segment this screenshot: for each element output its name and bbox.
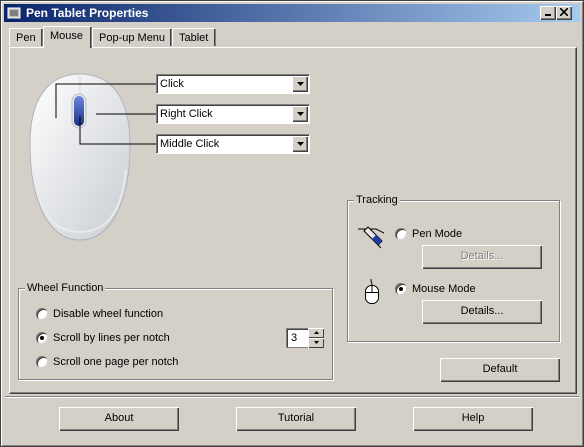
tab-popup-menu[interactable]: Pop-up Menu — [92, 28, 172, 46]
scroll-lines-radio-dot[interactable] — [36, 332, 48, 344]
lines-per-notch-input[interactable]: 3 — [286, 328, 308, 348]
pen-tablet-properties-window: Pen Tablet Properties Pen Mouse Pop-up M… — [0, 0, 584, 447]
right-button-function-value: Right Click — [160, 108, 213, 120]
spin-up-button[interactable] — [308, 328, 324, 338]
dropdown-arrow-button[interactable] — [292, 106, 308, 122]
scroll-page-label: Scroll one page per notch — [53, 356, 179, 368]
pen-mode-radio-dot[interactable] — [395, 228, 407, 240]
tracking-group: Tracking Pen Mode Details... Mouse Mode — [347, 193, 560, 342]
mouse-tab-panel: Click Right Click Middle Click Tracking — [9, 47, 577, 394]
dropdown-arrow-icon — [296, 82, 304, 86]
lines-per-notch-value: 3 — [291, 332, 298, 344]
wheel-function-group: Wheel Function Disable wheel function Sc… — [18, 281, 333, 380]
window-title: Pen Tablet Properties — [26, 6, 149, 20]
tab-mouse[interactable]: Mouse — [43, 26, 92, 48]
bottom-separator — [5, 396, 579, 398]
close-icon — [560, 8, 568, 16]
wheel-function-legend: Wheel Function — [25, 281, 106, 295]
middle-button-function-select[interactable]: Middle Click — [156, 134, 310, 154]
minimize-icon — [545, 14, 551, 16]
dropdown-arrow-icon — [296, 142, 304, 146]
help-button[interactable]: Help — [413, 407, 533, 431]
scroll-page-radio-dot[interactable] — [36, 356, 48, 368]
left-button-function-value: Click — [160, 78, 184, 90]
pen-mode-label: Pen Mode — [412, 228, 463, 240]
button-connector-lines — [55, 83, 156, 145]
dropdown-arrow-button[interactable] — [292, 136, 308, 152]
spin-down-button[interactable] — [308, 338, 324, 348]
spin-up-icon — [313, 331, 319, 334]
tab-pen[interactable]: Pen — [9, 28, 43, 46]
tracking-legend: Tracking — [354, 193, 400, 207]
title-bar[interactable]: Pen Tablet Properties — [4, 4, 580, 22]
default-button[interactable]: Default — [440, 358, 560, 382]
mouse-icon — [365, 279, 379, 304]
scroll-lines-label: Scroll by lines per notch — [53, 332, 170, 344]
middle-button-function-value: Middle Click — [160, 138, 220, 150]
about-button[interactable]: About — [59, 407, 179, 431]
dropdown-arrow-icon — [296, 112, 304, 116]
disable-wheel-radio-dot[interactable] — [36, 308, 48, 320]
tab-tablet[interactable]: Tablet — [172, 28, 216, 46]
mouse-mode-label: Mouse Mode — [412, 283, 476, 295]
mouse-mode-details-button[interactable]: Details... — [422, 300, 542, 324]
dropdown-arrow-button[interactable] — [292, 76, 308, 92]
mouse-mode-radio-dot[interactable] — [395, 283, 407, 295]
right-button-function-select[interactable]: Right Click — [156, 104, 310, 124]
minimize-button[interactable] — [540, 6, 556, 20]
pen-icon — [358, 226, 385, 249]
pen-mode-details-button[interactable]: Details... — [422, 245, 542, 269]
disable-wheel-label: Disable wheel function — [53, 308, 164, 320]
close-button[interactable] — [556, 6, 572, 20]
spin-down-icon — [313, 341, 319, 344]
tutorial-button[interactable]: Tutorial — [236, 407, 356, 431]
app-icon — [7, 7, 21, 19]
left-button-function-select[interactable]: Click — [156, 74, 310, 94]
